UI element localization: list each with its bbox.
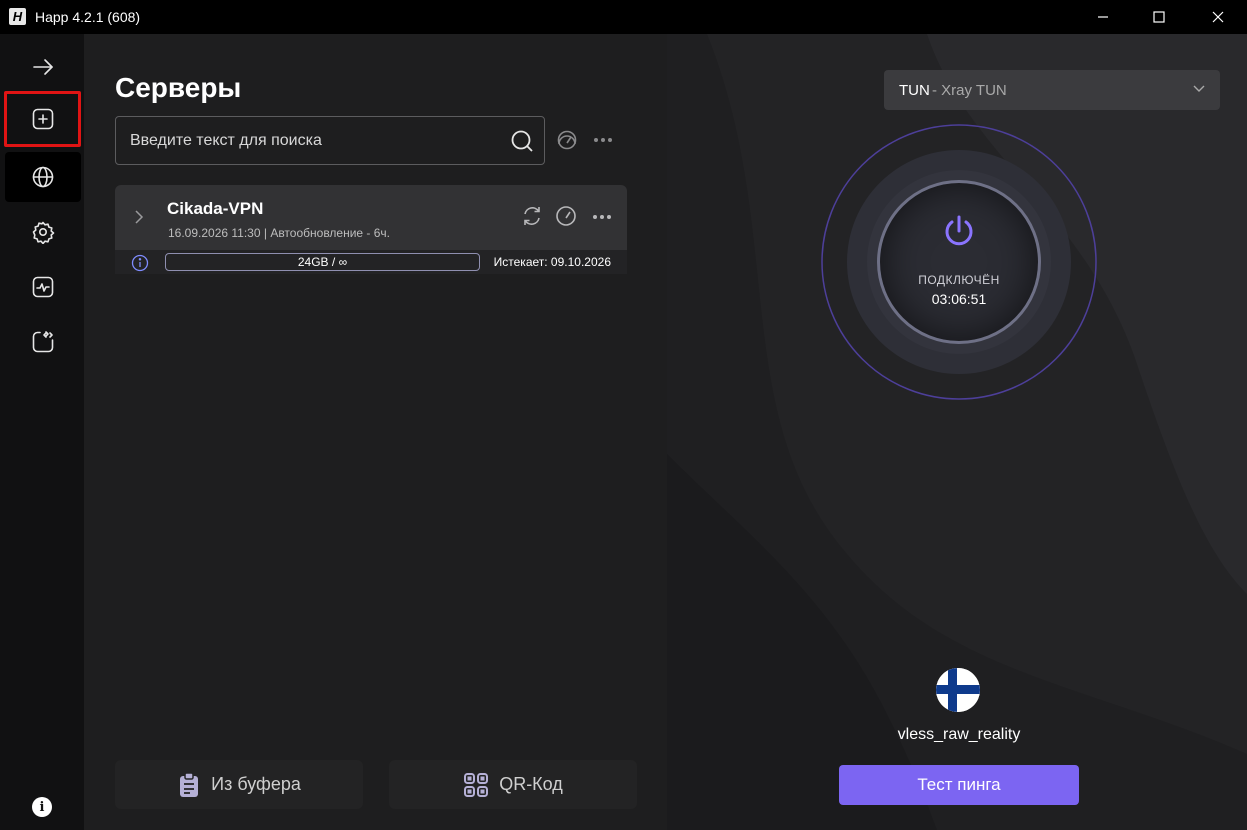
import-qr-label: QR-Код <box>499 774 563 794</box>
close-icon <box>1212 11 1224 23</box>
import-clipboard-label: Из буфера <box>211 774 301 794</box>
connection-timer: 03:06:51 <box>931 291 987 307</box>
qr-code-icon <box>464 772 489 797</box>
sidebar: i <box>0 34 84 830</box>
expiry-date: Истекает: 09.10.2026 <box>493 255 611 269</box>
chevron-down-icon <box>1193 85 1205 92</box>
clipboard-icon <box>180 771 199 797</box>
subscription-card[interactable]: Cikada-VPN 16.09.2026 11:30 | Автообновл… <box>115 185 627 274</box>
minimize-icon <box>1098 16 1108 18</box>
app-logo: H <box>9 8 26 25</box>
connection-status: ПОДКЛЮЧЁН <box>918 273 1000 287</box>
finland-flag-icon <box>936 668 980 712</box>
import-qr-button[interactable]: QR-Код <box>389 760 637 809</box>
close-button[interactable] <box>1195 0 1241 34</box>
globe-icon <box>32 166 54 188</box>
power-button[interactable]: ПОДКЛЮЧЁН 03:06:51 <box>877 180 1041 344</box>
sidebar-item-statistics[interactable] <box>5 262 81 312</box>
code-icon <box>32 331 54 353</box>
speed-test-icon[interactable] <box>555 205 577 227</box>
sidebar-item-collapse[interactable] <box>5 42 81 92</box>
subscription-meta: 16.09.2026 11:30 | Автообновление - 6ч. <box>168 226 391 240</box>
more-options-icon[interactable] <box>593 137 613 143</box>
sidebar-item-routing[interactable] <box>5 317 81 367</box>
add-icon <box>32 108 53 130</box>
title-bar: H Happ 4.2.1 (608) <box>0 0 1247 34</box>
mode-value: - Xray TUN <box>932 82 1007 99</box>
gear-icon <box>32 221 55 244</box>
search-input[interactable] <box>130 117 500 164</box>
sidebar-item-add[interactable] <box>4 91 81 147</box>
server-name: vless_raw_reality <box>897 726 1021 743</box>
more-options-icon[interactable] <box>592 214 612 220</box>
sidebar-item-servers[interactable] <box>5 152 81 202</box>
connection-panel: TUN - Xray TUN ПОДКЛЮЧЁН 03:06:51 vless_… <box>667 34 1247 830</box>
refresh-icon[interactable] <box>521 205 543 227</box>
maximize-button[interactable] <box>1136 0 1182 34</box>
search-box <box>115 116 545 165</box>
subscription-name: Cikada-VPN <box>167 199 264 218</box>
minimize-button[interactable] <box>1080 0 1126 34</box>
connection-indicator: ПОДКЛЮЧЁН 03:06:51 <box>817 120 1101 404</box>
power-icon <box>945 215 973 246</box>
window-title: Happ 4.2.1 (608) <box>35 9 141 25</box>
mode-select[interactable]: TUN - Xray TUN <box>884 70 1220 110</box>
info-icon[interactable] <box>131 254 149 272</box>
traffic-bar: 24GB / ∞ <box>165 253 480 271</box>
maximize-icon <box>1153 11 1165 23</box>
mode-key: TUN <box>899 82 930 99</box>
page-title: Серверы <box>115 72 242 103</box>
chevron-right-icon[interactable] <box>133 207 145 227</box>
search-icon[interactable] <box>510 129 534 153</box>
servers-panel: Серверы Cikada-VPN 16.09.2026 11:30 | Ав… <box>84 34 667 830</box>
speed-test-icon[interactable] <box>556 129 578 151</box>
arrow-right-icon <box>33 59 53 75</box>
import-clipboard-button[interactable]: Из буфера <box>115 760 363 809</box>
sidebar-item-settings[interactable] <box>5 207 81 257</box>
about-button[interactable]: i <box>32 797 52 817</box>
activity-icon <box>32 276 54 298</box>
ping-test-button[interactable]: Тест пинга <box>839 765 1079 805</box>
